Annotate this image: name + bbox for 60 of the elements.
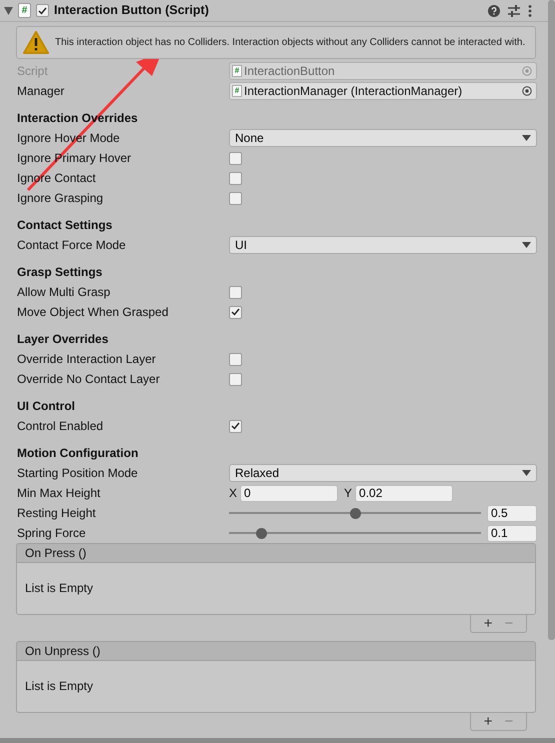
checkbox[interactable] [229,286,242,298]
checkbox[interactable] [229,306,242,318]
dropdown[interactable]: Relaxed [229,464,537,482]
add-button[interactable]: + [484,714,492,729]
section-heading: Motion Configuration [16,445,140,462]
warning-icon [23,31,49,54]
object-field[interactable]: # InteractionManager (InteractionManager) [229,82,537,100]
dropdown-arrow-icon [522,242,531,248]
checkbox[interactable] [229,420,242,432]
field-label: Script [17,64,49,78]
add-button[interactable]: + [484,616,492,631]
object-field: # InteractionButton [229,62,537,80]
script-icon: # [18,3,31,18]
field-label: Control Enabled [17,418,104,434]
field-label: Starting Position Mode [17,466,139,480]
field-label: Min Max Height [17,486,102,500]
section-heading: Layer Overrides [16,331,110,348]
empty-list-text: List is Empty [25,679,94,694]
number-field[interactable]: 0 [240,484,338,502]
checkbox[interactable] [229,352,242,366]
axis-label: X [229,486,238,500]
checkbox[interactable] [229,192,242,204]
field-label: Contact Force Mode [17,238,127,252]
event-title: On Press () [25,546,86,560]
field-label: Override No Contact Layer [17,372,161,386]
more-menu-icon[interactable] [528,4,532,16]
scrollbar[interactable] [548,0,555,640]
section-heading: Contact Settings [16,217,114,234]
slider-thumb[interactable] [256,528,267,538]
warning-text: This interaction object has no Colliders. Interaction objects without any Colliders cannot be interacted with. [55,36,526,48]
number-field[interactable]: 0.5 [487,504,537,522]
axis-label: Y [344,486,352,500]
help-icon[interactable] [488,4,500,16]
section-heading: Grasp Settings [16,264,104,281]
script-icon: # [232,65,242,77]
event-title: On Unpress () [25,644,100,658]
dropdown[interactable]: None [229,129,537,147]
field-label: Override Interaction Layer [17,352,157,366]
field-label: Move Object When Grasped [17,304,170,320]
checkbox[interactable] [229,372,242,386]
empty-list-text: List is Empty [25,581,94,596]
number-field[interactable]: 0.02 [355,484,454,502]
checkbox[interactable] [229,172,242,184]
field-label: Allow Multi Grasp [17,284,112,300]
component-title: Interaction Button (Script) [54,3,209,18]
slider-thumb[interactable] [350,508,361,518]
dropdown-arrow-icon [522,470,531,476]
dropdown-arrow-icon [522,135,531,141]
dropdown[interactable]: UI [229,236,537,254]
field-label: Manager [17,84,66,98]
presets-icon[interactable] [508,4,520,16]
number-field[interactable]: 0.1 [487,524,537,542]
field-label: Spring Force [17,526,87,540]
script-icon: # [232,85,242,97]
checkbox[interactable] [229,152,242,164]
enabled-checkbox[interactable] [36,4,49,17]
section-heading: UI Control [16,398,76,415]
field-label: Ignore Grasping [17,190,104,206]
foldout-arrow[interactable] [4,6,13,14]
field-label: Resting Height [17,506,97,520]
